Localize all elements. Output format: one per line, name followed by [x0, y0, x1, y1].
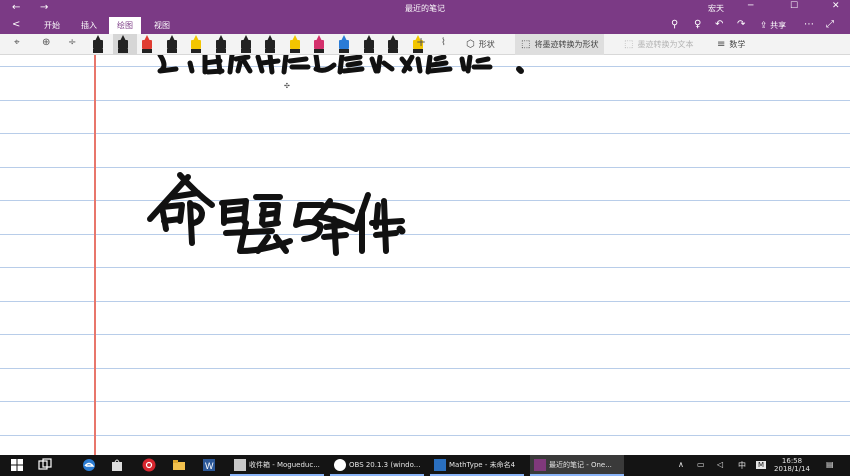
taskbar-app-mail[interactable]: 收件箱 - Mogueduc...: [230, 455, 324, 476]
word-icon[interactable]: W: [202, 458, 216, 472]
system-clock[interactable]: 16:58 2018/1/14: [770, 457, 814, 473]
taskbar-app-label: MathType - 未命名4: [449, 461, 516, 469]
search-icon[interactable]: ⚲: [671, 19, 678, 30]
ink-to-shape-button[interactable]: ⬚ 将墨迹转换为形状: [515, 34, 605, 55]
tab-insert[interactable]: 插入: [73, 17, 105, 34]
ink-to-shape-icon: ⬚: [521, 39, 531, 50]
pen-5[interactable]: [188, 35, 204, 54]
math-button[interactable]: ≡ 数学: [717, 34, 745, 55]
more-options-icon[interactable]: ⋯: [804, 19, 814, 30]
pen-1[interactable]: [90, 35, 106, 54]
taskbar-app-mathtype[interactable]: MathType - 未命名4: [430, 455, 524, 476]
redo-icon[interactable]: ↷: [737, 19, 745, 30]
taskbar-app-obs[interactable]: OBS 20.1.3 (windo...: [330, 455, 424, 476]
note-page[interactable]: ✣: [0, 55, 850, 455]
undo-icon[interactable]: ↶: [715, 19, 723, 30]
pen-7[interactable]: [238, 35, 254, 54]
fullscreen-icon[interactable]: ⤢: [826, 19, 834, 30]
pen-6[interactable]: [213, 35, 229, 54]
task-view-icon[interactable]: [38, 458, 52, 472]
ribbon-tab-bar: < 开始 插入 绘图 视图 ⚲ ♀ ↶ ↷ ⇪ 共享 ⋯ ⤢: [0, 17, 850, 34]
ruler-icon[interactable]: ⌇: [441, 37, 446, 48]
lightbulb-icon[interactable]: ♀: [694, 19, 701, 30]
svg-text:W: W: [205, 461, 214, 471]
minimize-icon[interactable]: ─: [748, 1, 753, 11]
taskbar-app-onenote[interactable]: 最近的笔记 - One...: [530, 455, 624, 476]
ime-mode-icon[interactable]: M: [756, 461, 767, 469]
close-icon[interactable]: ✕: [832, 1, 840, 11]
shapes-button[interactable]: ⬡ 形状: [466, 34, 495, 55]
pen-11[interactable]: [336, 35, 352, 54]
eraser-add-icon[interactable]: ⊕: [42, 37, 50, 48]
tab-draw[interactable]: 绘图: [109, 17, 141, 34]
pen-12[interactable]: [361, 35, 377, 54]
notifications-icon[interactable]: ▤: [826, 460, 834, 469]
windows-start-icon[interactable]: [10, 458, 24, 472]
pen-2[interactable]: [115, 35, 131, 54]
math-icon: ≡: [717, 39, 726, 50]
ime-indicator[interactable]: 中: [738, 460, 746, 471]
onenote-window: ← → 最近的笔记 宏天 ─ ☐ ✕ < 开始 插入 绘图 视图 ⚲ ♀ ↶ ↷…: [0, 0, 850, 476]
taskbar-app-label: 收件箱 - Mogueduc...: [249, 461, 320, 469]
shapes-icon: ⬡: [466, 39, 475, 50]
tab-view[interactable]: 视图: [146, 17, 178, 34]
onenote-icon: [534, 459, 546, 471]
mathtype-icon: [434, 459, 446, 471]
lasso-select-icon[interactable]: ⌖: [14, 37, 20, 48]
pen-9[interactable]: [287, 35, 303, 54]
share-label: 共享: [770, 21, 787, 30]
ribbon-back-icon[interactable]: <: [12, 19, 20, 30]
clock-time: 16:58: [781, 457, 803, 465]
netease-music-icon[interactable]: [142, 458, 156, 472]
ink-to-text-label: 墨迹转换为文本: [637, 40, 694, 49]
pen-13[interactable]: [385, 35, 401, 54]
store-icon[interactable]: [110, 458, 124, 472]
show-hidden-icons-icon[interactable]: ∧: [678, 460, 684, 469]
maximize-icon[interactable]: ☐: [790, 1, 798, 11]
draw-toolbar: ⌖ ⊕ ÷ + ⌇ ⬡ 形状 ⬚ 将墨迹转换为形状 ⬚ 墨迹转换为文本 ≡ 数学: [0, 34, 850, 55]
pen-3[interactable]: [139, 35, 155, 54]
taskbar-app-label: 最近的笔记 - One...: [549, 461, 612, 469]
network-icon[interactable]: ▭: [697, 460, 705, 469]
volume-icon[interactable]: ◁: [717, 460, 723, 469]
insert-space-icon[interactable]: ÷: [68, 37, 76, 48]
ink-to-shape-label: 将墨迹转换为形状: [534, 40, 599, 49]
share-icon: ⇪: [760, 21, 768, 31]
pen-4[interactable]: [164, 35, 180, 54]
user-name[interactable]: 宏天: [708, 3, 724, 14]
ink-line-partial: [157, 55, 524, 75]
handwritten-ink-layer: [147, 55, 524, 256]
ink-line-main: [147, 172, 406, 256]
ink-to-text-icon: ⬚: [624, 39, 634, 50]
shapes-label: 形状: [478, 40, 495, 49]
mail-icon: [234, 459, 246, 471]
windows-taskbar: W 收件箱 - Mogueduc... OBS 20.1.3 (windo...…: [0, 455, 850, 476]
pen-10[interactable]: [311, 35, 327, 54]
ink-to-text-button[interactable]: ⬚ 墨迹转换为文本: [624, 34, 693, 55]
add-pen-icon[interactable]: +: [416, 35, 426, 49]
share-button[interactable]: ⇪ 共享: [760, 20, 786, 31]
tab-home[interactable]: 开始: [36, 17, 68, 34]
clock-date: 2018/1/14: [774, 465, 810, 473]
file-explorer-icon[interactable]: [172, 458, 186, 472]
obs-icon: [334, 459, 346, 471]
pen-8[interactable]: [262, 35, 278, 54]
title-bar: ← → 最近的笔记 宏天 ─ ☐ ✕: [0, 0, 850, 17]
taskbar-app-label: OBS 20.1.3 (windo...: [349, 461, 421, 469]
math-label: 数学: [729, 40, 746, 49]
edge-icon[interactable]: [82, 458, 96, 472]
